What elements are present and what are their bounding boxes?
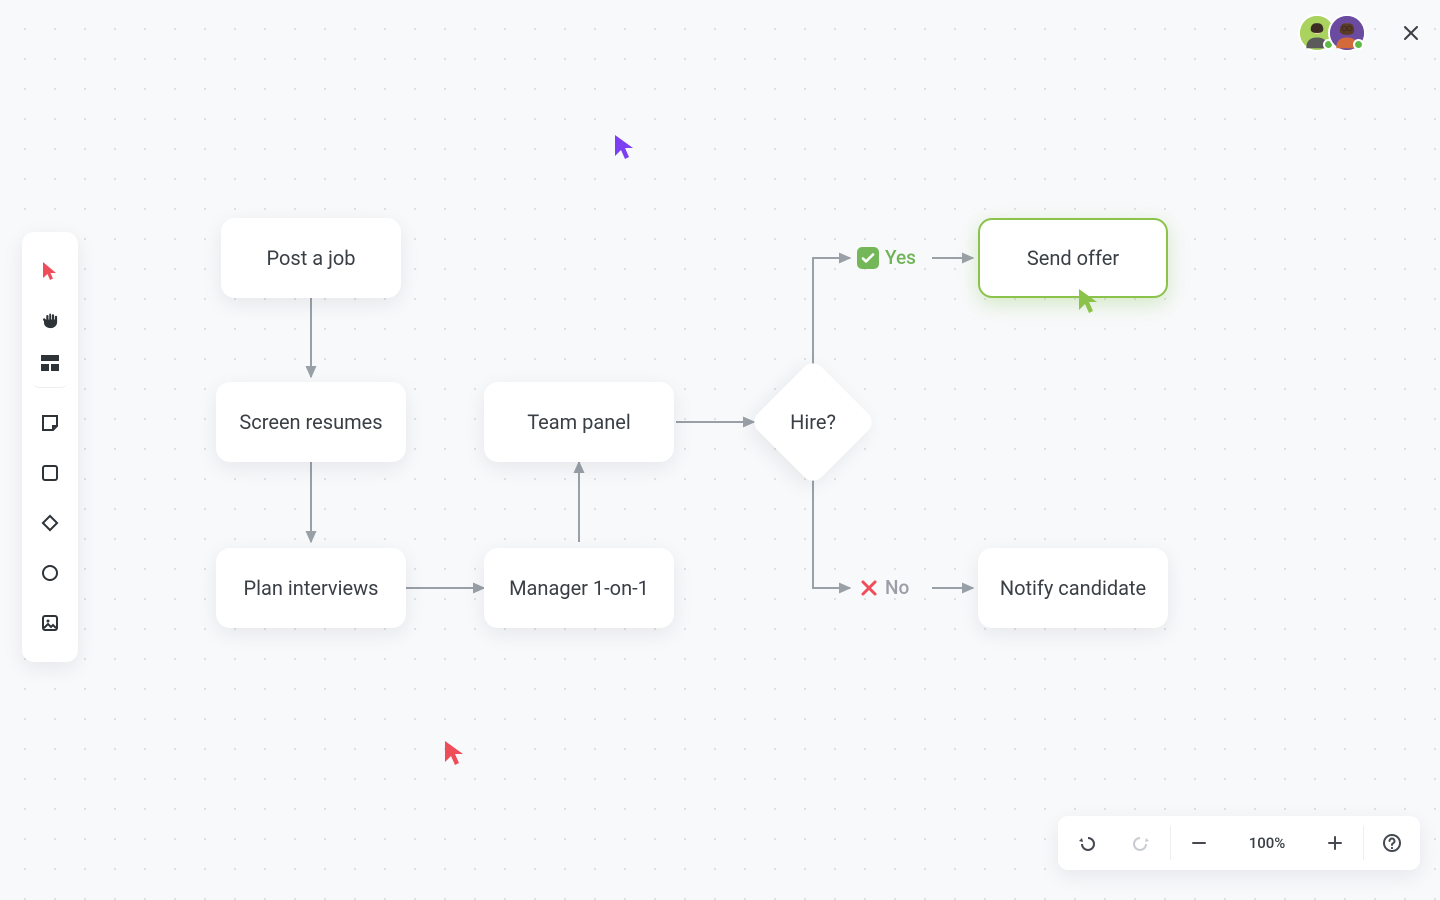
minus-icon <box>1191 835 1207 851</box>
node-hire-decision[interactable]: Hire? <box>768 377 858 467</box>
tool-section[interactable] <box>33 354 67 388</box>
node-label: Screen resumes <box>239 410 382 434</box>
branch-label-yes: Yes <box>857 246 916 269</box>
redo-button[interactable] <box>1114 816 1170 870</box>
node-label: Notify candidate <box>1000 576 1146 600</box>
cursor-icon <box>41 261 59 281</box>
node-label: Post a job <box>267 246 356 270</box>
hand-icon <box>41 312 59 330</box>
remote-cursor-red <box>444 740 466 770</box>
undo-icon <box>1076 833 1096 853</box>
tool-pan[interactable] <box>33 304 67 338</box>
x-icon <box>859 578 879 598</box>
node-screen-resumes[interactable]: Screen resumes <box>216 382 406 462</box>
tool-circle[interactable] <box>33 556 67 590</box>
plus-icon <box>1327 835 1343 851</box>
close-icon <box>1402 24 1420 42</box>
zoom-in-button[interactable] <box>1307 816 1363 870</box>
close-button[interactable] <box>1402 24 1420 42</box>
help-button[interactable] <box>1364 816 1420 870</box>
node-label: Hire? <box>790 410 836 434</box>
left-toolbar <box>22 232 78 662</box>
circle-icon <box>41 564 59 582</box>
section-icon <box>41 355 59 371</box>
check-icon <box>857 247 879 269</box>
node-notify-candidate[interactable]: Notify candidate <box>978 548 1168 628</box>
node-plan-interviews[interactable]: Plan interviews <box>216 548 406 628</box>
redo-icon <box>1132 833 1152 853</box>
undo-button[interactable] <box>1058 816 1114 870</box>
node-label: Team panel <box>527 410 631 434</box>
zoom-bar: 100% <box>1058 816 1420 870</box>
remote-cursor-purple <box>614 134 636 164</box>
tool-diamond[interactable] <box>33 506 67 540</box>
tool-select[interactable] <box>33 254 67 288</box>
presence-dot-icon <box>1353 39 1364 50</box>
diamond-icon <box>40 513 60 533</box>
zoom-out-button[interactable] <box>1171 816 1227 870</box>
sticky-note-icon <box>41 414 59 432</box>
node-send-offer[interactable]: Send offer <box>978 218 1168 298</box>
node-post-a-job[interactable]: Post a job <box>221 218 401 298</box>
node-team-panel[interactable]: Team panel <box>484 382 674 462</box>
remote-cursor-green <box>1078 288 1100 318</box>
node-manager-1on1[interactable]: Manager 1-on-1 <box>484 548 674 628</box>
node-label: Manager 1-on-1 <box>509 576 649 600</box>
node-label: Plan interviews <box>244 576 379 600</box>
image-icon <box>41 614 59 632</box>
presence-avatars[interactable] <box>1298 14 1366 52</box>
avatar[interactable] <box>1328 14 1366 52</box>
help-icon <box>1382 833 1402 853</box>
node-label: Send offer <box>1027 246 1119 270</box>
tool-rectangle[interactable] <box>33 456 67 490</box>
square-icon <box>41 464 59 482</box>
zoom-level: 100% <box>1227 816 1307 870</box>
branch-label-no: No <box>859 576 909 599</box>
tool-image[interactable] <box>33 606 67 640</box>
tool-sticky[interactable] <box>33 406 67 440</box>
